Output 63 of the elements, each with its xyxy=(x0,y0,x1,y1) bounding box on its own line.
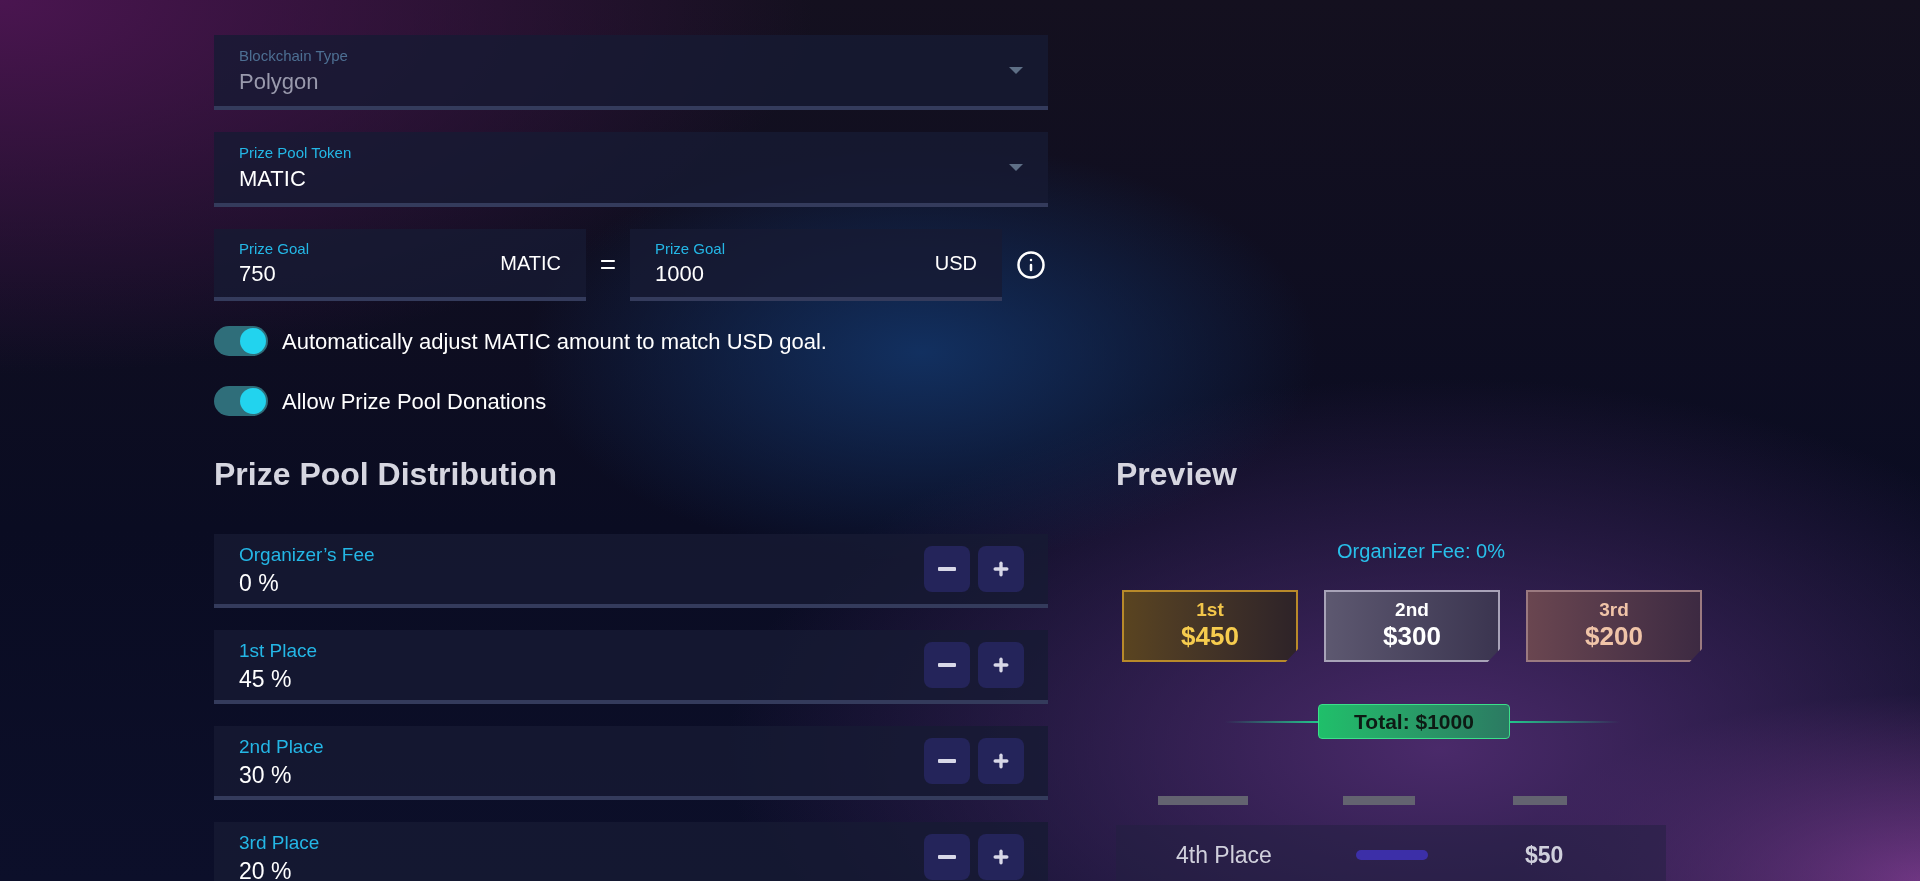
prize-goal-field[interactable]: Prize Goal 1000 USD xyxy=(630,229,1002,301)
field-label: Blockchain Type xyxy=(239,46,348,67)
prize-amount: $450 xyxy=(1181,620,1239,652)
minus-icon xyxy=(938,567,956,571)
decrement-button[interactable] xyxy=(924,738,970,784)
toggle-label: Allow Prize Pool Donations xyxy=(282,387,547,416)
prize-amount: $50 xyxy=(1525,840,1564,870)
field-value: Polygon xyxy=(239,67,320,96)
increment-button[interactable] xyxy=(978,834,1024,880)
place-label: 3rd xyxy=(1599,600,1629,620)
place-label: 2nd xyxy=(1395,600,1429,620)
section-heading: Preview xyxy=(1116,455,1238,494)
percentage-field[interactable]: 1st Place 45 % xyxy=(214,630,1048,704)
place-label: 1st xyxy=(1196,600,1224,620)
info-icon[interactable] xyxy=(1016,250,1046,280)
percentage-field[interactable]: 3rd Place 20 % xyxy=(214,822,1048,881)
select-field[interactable]: Prize Pool Token MATIC xyxy=(214,132,1048,207)
field-label: 2nd Place xyxy=(239,734,324,759)
toggle-label: Automatically adjust MATIC amount to match USD goal. xyxy=(282,327,827,356)
increment-button[interactable] xyxy=(978,546,1024,592)
field-value: MATIC xyxy=(239,164,307,193)
toggle-switch[interactable] xyxy=(214,386,268,416)
unit-label: MATIC xyxy=(500,251,561,276)
prize-amount: $300 xyxy=(1383,620,1441,652)
minus-icon xyxy=(938,855,956,859)
field-value: 0 % xyxy=(239,569,280,598)
unit-label: USD xyxy=(934,251,977,276)
field-value: 45 % xyxy=(239,665,293,694)
field-value: 30 % xyxy=(239,761,293,790)
field-label: 1st Place xyxy=(239,638,318,663)
skeleton-bar xyxy=(1513,796,1567,805)
prize-goal-field[interactable]: Prize Goal 750 MATIC xyxy=(214,229,586,301)
organizer-fee-text: Organizer Fee: 0% xyxy=(1337,539,1505,564)
skeleton-bar xyxy=(1343,796,1415,805)
field-label: 3rd Place xyxy=(239,830,320,855)
plus-icon xyxy=(991,655,1011,675)
section-heading: Prize Pool Distribution xyxy=(214,455,559,494)
place-label: 4th Place xyxy=(1176,840,1273,870)
increment-button[interactable] xyxy=(978,642,1024,688)
field-label: Prize Pool Token xyxy=(239,143,352,164)
total-amount: Total: $1000 xyxy=(1354,708,1474,735)
plus-icon xyxy=(991,751,1011,771)
field-label: Prize Goal xyxy=(239,238,310,259)
decrement-button[interactable] xyxy=(924,546,970,592)
field-label: Prize Goal xyxy=(655,238,726,259)
dropdown-caret-icon xyxy=(1009,163,1023,172)
field-value: 1000 xyxy=(655,260,705,289)
percentage-field[interactable]: 2nd Place 30 % xyxy=(214,726,1048,800)
prize-amount: $200 xyxy=(1585,620,1643,652)
field-value: 750 xyxy=(239,260,277,289)
minus-icon xyxy=(938,663,956,667)
increment-button[interactable] xyxy=(978,738,1024,784)
percentage-field[interactable]: Organizer’s Fee 0 % xyxy=(214,534,1048,608)
field-value: 20 % xyxy=(239,857,293,881)
toggle-switch[interactable] xyxy=(214,326,268,356)
plus-icon xyxy=(991,559,1011,579)
decrement-button[interactable] xyxy=(924,834,970,880)
plus-icon xyxy=(991,847,1011,867)
equals-sign: = xyxy=(598,248,618,282)
minus-icon xyxy=(938,759,956,763)
field-label: Organizer’s Fee xyxy=(239,542,375,567)
decrement-button[interactable] xyxy=(924,642,970,688)
dropdown-caret-icon xyxy=(1009,66,1023,75)
